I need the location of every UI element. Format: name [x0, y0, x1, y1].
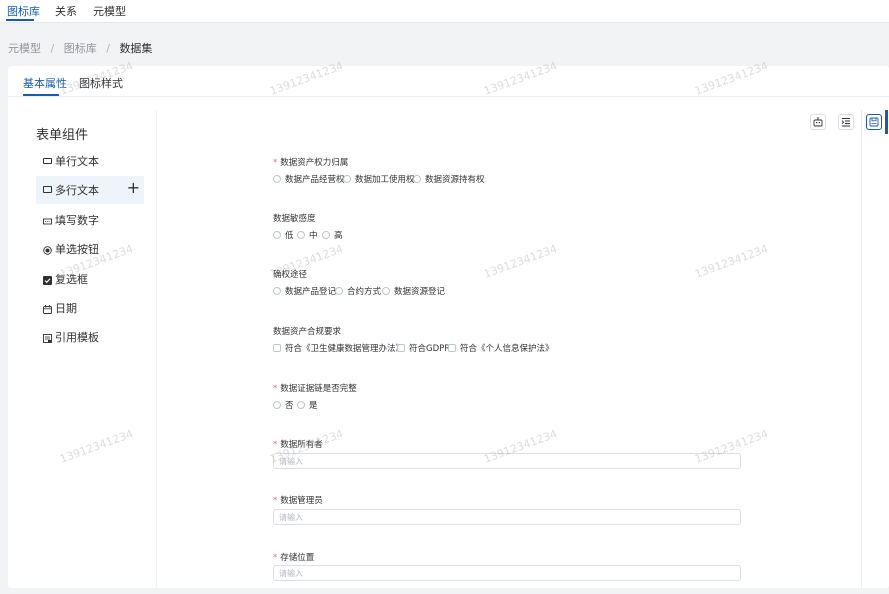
breadcrumb-separator: / [106, 42, 110, 55]
breadcrumb-item-metamodel[interactable]: 元模型 [8, 42, 41, 55]
calendar-icon [43, 303, 52, 314]
component-date[interactable]: 日期 [36, 294, 144, 322]
radio-button-icon [43, 244, 52, 255]
data-owner-input[interactable] [273, 453, 741, 469]
radio-circle[interactable] [297, 401, 305, 409]
panel-title: 表单组件 [36, 128, 89, 143]
breadcrumb-item-icon-library[interactable]: 图标库 [64, 42, 97, 55]
form-canvas-right-border [861, 110, 862, 588]
plus-icon[interactable]: + [127, 178, 140, 198]
radio-circle[interactable] [322, 231, 330, 239]
component-multi-line-text[interactable]: 多行文本 + [36, 176, 144, 204]
form-components-panel: 表单组件 单行文本 多行文本 + 填写数字 单选按钮 复选框 日期 引用模板 [8, 110, 157, 588]
data-steward-input[interactable] [273, 509, 741, 525]
checkbox-box[interactable] [397, 344, 405, 352]
radio-circle[interactable] [343, 175, 351, 183]
main-card: 基本属性 图标样式 表单组件 单行文本 多行文本 + 填写数字 单选按钮 复选框… [8, 66, 889, 588]
field-label-asset-rights: * 数据资产权力归属 [273, 158, 349, 168]
template-icon [43, 332, 52, 343]
component-checkbox[interactable]: 复选框 [36, 265, 144, 293]
checkbox-box[interactable] [273, 344, 281, 352]
nav-item-icon-library[interactable]: 图标库 [7, 3, 40, 19]
tab-active-indicator [23, 94, 59, 96]
field-label-rights-confirmation: 确权途径 [273, 270, 308, 280]
component-label: 多行文本 [55, 184, 99, 197]
component-radio-button[interactable]: 单选按钮 [36, 235, 144, 263]
component-single-line-text[interactable]: 单行文本 [36, 147, 144, 175]
checkbox-icon [43, 274, 52, 285]
robot-button[interactable] [810, 114, 826, 130]
breadcrumb-separator: / [50, 42, 55, 55]
radio-circle[interactable] [273, 175, 281, 183]
indent-icon [841, 118, 850, 127]
radio-circle[interactable] [273, 287, 281, 295]
active-tool-indicator [885, 110, 888, 134]
top-nav: 图标库 关系 元模型 [0, 0, 889, 23]
tab-icon-style[interactable]: 图标样式 [79, 75, 123, 91]
save-button[interactable] [866, 114, 882, 130]
storage-location-input[interactable] [273, 565, 741, 581]
checkbox-box[interactable] [448, 344, 456, 352]
component-label: 复选框 [55, 273, 88, 286]
indent-button[interactable] [838, 114, 854, 130]
field-label-sensitivity: 数据敏感度 [273, 214, 316, 224]
nav-active-indicator [6, 19, 34, 21]
radio-circle[interactable] [273, 401, 281, 409]
component-template-reference[interactable]: 引用模板 [36, 323, 144, 351]
component-label: 单行文本 [55, 155, 99, 168]
component-label: 日期 [55, 302, 77, 315]
component-label: 单选按钮 [55, 243, 99, 256]
component-label: 引用模板 [55, 331, 99, 344]
save-icon [869, 117, 879, 127]
tab-bar: 基本属性 图标样式 [8, 66, 889, 97]
component-label: 填写数字 [55, 214, 99, 227]
nav-item-metamodel[interactable]: 元模型 [93, 3, 126, 19]
single-line-text-icon [43, 158, 52, 164]
multi-line-text-icon [43, 186, 52, 193]
radio-circle[interactable] [273, 231, 281, 239]
robot-icon [813, 117, 823, 127]
radio-circle[interactable] [413, 175, 421, 183]
number-input-icon [43, 215, 52, 225]
field-label-data-owner: * 数据所有者 [273, 440, 323, 450]
field-label-storage-location: * 存储位置 [273, 553, 315, 563]
field-label-evidence-chain: * 数据证据链是否完整 [273, 384, 357, 394]
radio-circle[interactable] [382, 287, 390, 295]
radio-circle[interactable] [297, 231, 305, 239]
component-number-input[interactable]: 填写数字 [36, 206, 144, 234]
breadcrumb: 元模型 / 图标库 / 数据集 [8, 40, 152, 56]
radio-circle[interactable] [335, 287, 343, 295]
field-label-compliance: 数据资产合规要求 [273, 327, 342, 337]
field-label-data-steward: * 数据管理员 [273, 496, 323, 506]
tab-basic-properties[interactable]: 基本属性 [23, 75, 67, 91]
breadcrumb-item-dataset: 数据集 [119, 42, 153, 55]
nav-item-relations[interactable]: 关系 [55, 3, 77, 19]
